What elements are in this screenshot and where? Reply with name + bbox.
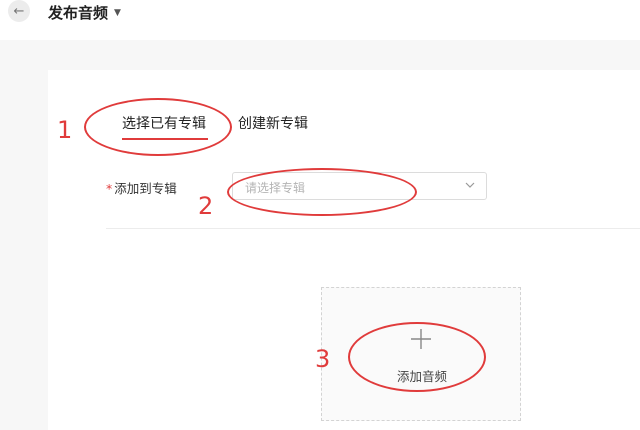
section-divider — [106, 228, 640, 229]
tab-create-new-album[interactable]: 创建新专辑 — [238, 113, 308, 133]
annotation-number-3: 3 — [315, 345, 331, 373]
chevron-down-icon — [465, 182, 475, 188]
annotation-circle-3 — [348, 322, 486, 392]
album-field-label: * 添加到专辑 — [106, 178, 177, 197]
album-label-text: 添加到专辑 — [114, 181, 177, 196]
back-button[interactable]: ← — [8, 0, 30, 22]
annotation-number-2: 2 — [198, 192, 214, 220]
annotation-number-1: 1 — [57, 116, 73, 144]
caret-down-icon: ▼ — [114, 7, 121, 18]
page-title-text: 发布音频 — [48, 4, 109, 22]
annotation-circle-2 — [227, 168, 417, 216]
arrow-left-icon: ← — [13, 3, 25, 19]
annotation-circle-1 — [84, 98, 232, 156]
top-bar: ← 发布音频 ▼ — [0, 0, 640, 40]
page-title[interactable]: 发布音频 ▼ — [48, 2, 121, 23]
required-mark: * — [106, 181, 113, 196]
